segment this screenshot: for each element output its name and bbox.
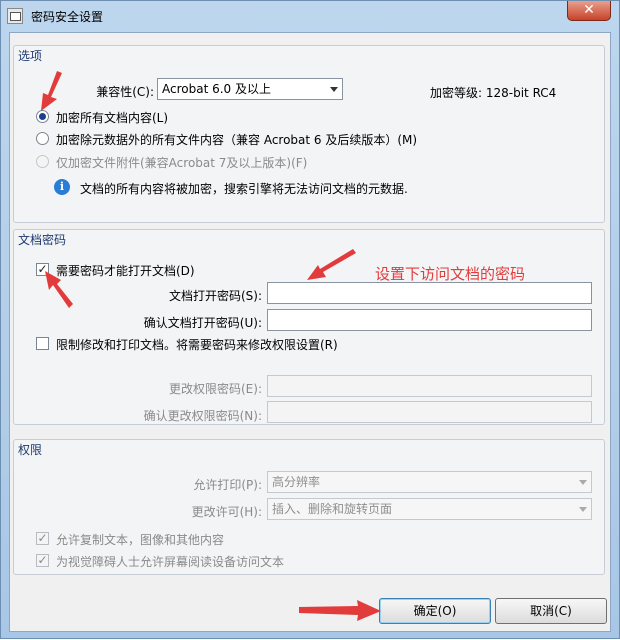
info-icon: i	[54, 179, 70, 195]
document-password-group-title: 文档密码	[18, 233, 67, 247]
compat-select[interactable]: Acrobat 6.0 及以上	[157, 78, 343, 100]
chevron-down-icon	[579, 507, 587, 512]
window-title: 密码安全设置	[31, 10, 104, 24]
radio-encrypt-attachments[interactable]	[36, 155, 49, 168]
confirm-permissions-password-label: 确认更改权限密码(N):	[143, 409, 262, 423]
require-open-password-label[interactable]: 需要密码才能打开文档(D)	[56, 262, 195, 279]
permissions-group-title: 权限	[18, 443, 43, 457]
cancel-button[interactable]: 取消(C)	[495, 598, 607, 624]
app-icon	[7, 8, 23, 24]
confirm-open-password-label: 确认文档打开密码(U):	[143, 316, 262, 330]
allow-copy-label[interactable]: 允许复制文本，图像和其他内容	[56, 531, 224, 548]
confirm-permissions-password-field[interactable]	[267, 401, 592, 423]
dialog-window: 密码安全设置 ✕ 选项 兼容性(C): Acrobat 6.0 及以上 加密等级…	[0, 0, 620, 639]
chevron-down-icon	[579, 480, 587, 485]
close-icon: ✕	[583, 2, 595, 18]
annotation-text: 设置下访问文档的密码	[375, 265, 526, 283]
allow-print-select-value: 高分辨率	[272, 475, 321, 489]
encrypt-level-text: 加密等级: 128-bit RC4	[430, 86, 557, 100]
radio-encrypt-attachments-label[interactable]: 仅加密文件附件(兼容Acrobat 7及以上版本)(F)	[56, 154, 307, 171]
allow-print-select[interactable]: 高分辨率	[267, 471, 592, 493]
radio-encrypt-all-label[interactable]: 加密所有文档内容(L)	[56, 109, 168, 126]
permissions-password-label: 更改权限密码(E):	[169, 382, 262, 396]
change-permission-label: 更改许可(H):	[191, 505, 262, 519]
cancel-button-label: 取消(C)	[530, 604, 572, 618]
ok-button[interactable]: 确定(O)	[379, 598, 491, 624]
title-bar[interactable]: 密码安全设置 ✕	[1, 1, 619, 31]
compat-label: 兼容性(C):	[96, 85, 154, 99]
permissions-group: 权限 允许打印(P): 高分辨率 更改许可(H): 插入、删除和旋转页面 ✓ 允…	[13, 439, 605, 575]
dialog-body: 选项 兼容性(C): Acrobat 6.0 及以上 加密等级: 128-bit…	[9, 32, 611, 632]
options-group-title: 选项	[18, 49, 43, 63]
radio-encrypt-all[interactable]	[36, 110, 49, 123]
radio-encrypt-except-metadata-label[interactable]: 加密除元数据外的所有文件内容（兼容 Acrobat 6 及后续版本）(M)	[56, 131, 417, 148]
allow-copy-checkbox[interactable]: ✓	[36, 532, 49, 545]
require-open-password-checkbox[interactable]: ✓	[36, 263, 49, 276]
allow-print-label: 允许打印(P):	[193, 478, 262, 492]
change-permission-select-value: 插入、删除和旋转页面	[272, 502, 393, 516]
restrict-editing-label[interactable]: 限制修改和打印文档。将需要密码来修改权限设置(R)	[56, 336, 338, 353]
screen-reader-label[interactable]: 为视觉障碍人士允许屏幕阅读设备访问文本	[56, 553, 284, 570]
chevron-down-icon	[330, 87, 338, 92]
confirm-open-password-field[interactable]	[267, 309, 592, 331]
change-permission-select[interactable]: 插入、删除和旋转页面	[267, 498, 592, 520]
restrict-editing-checkbox[interactable]	[36, 337, 49, 350]
ok-button-label: 确定(O)	[413, 604, 457, 618]
close-button[interactable]: ✕	[567, 1, 611, 21]
open-password-field[interactable]	[267, 282, 592, 304]
open-password-label: 文档打开密码(S):	[168, 289, 262, 303]
compat-select-value: Acrobat 6.0 及以上	[162, 82, 271, 96]
radio-encrypt-except-metadata[interactable]	[36, 132, 49, 145]
document-password-group: 文档密码 ✓ 需要密码才能打开文档(D) 文档打开密码(S): 确认文档打开密码…	[13, 229, 605, 425]
permissions-password-field[interactable]	[267, 375, 592, 397]
screen-reader-checkbox[interactable]: ✓	[36, 554, 49, 567]
options-group: 选项 兼容性(C): Acrobat 6.0 及以上 加密等级: 128-bit…	[13, 45, 605, 223]
info-text: 文档的所有内容将被加密，搜索引擎将无法访问文档的元数据.	[80, 182, 408, 196]
